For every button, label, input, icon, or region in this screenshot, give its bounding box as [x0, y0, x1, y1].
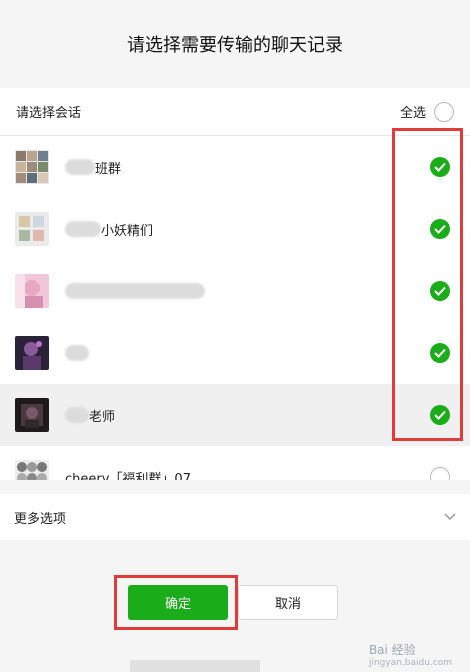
unchecked-icon[interactable]	[430, 467, 450, 480]
more-options-row[interactable]: 更多选项	[0, 494, 470, 540]
conversation-name: cheery「福利群」07	[65, 471, 191, 481]
checked-icon[interactable]	[430, 157, 450, 177]
confirm-button[interactable]: 确定	[128, 585, 228, 620]
redacted-text	[65, 345, 89, 361]
checked-icon[interactable]	[430, 343, 450, 363]
list-header: 请选择会话 全选	[0, 88, 470, 136]
select-all-control[interactable]: 全选	[399, 101, 454, 122]
group-avatar	[15, 212, 49, 246]
watermark: Bai 经验 jingyan.baidu.com	[369, 641, 452, 668]
conversation-name	[65, 345, 430, 361]
select-all-label: 全选	[399, 106, 426, 121]
chevron-down-icon	[444, 510, 456, 525]
dialog-title-text: 请选择需要传输的聊天记录	[127, 35, 343, 56]
conversation-name: 班群	[65, 158, 430, 177]
conversation-list[interactable]: 班群 小妖精们 老师 cheery「福利群」07	[0, 136, 470, 480]
redacted-text	[65, 159, 95, 175]
more-options-label: 更多选项	[14, 511, 67, 527]
dialog-title: 请选择需要传输的聊天记录	[0, 0, 470, 88]
group-avatar	[15, 460, 49, 480]
cancel-button[interactable]: 取消	[238, 585, 338, 620]
conversation-name: 老师	[65, 406, 430, 425]
transfer-dialog: 请选择需要传输的聊天记录 请选择会话 全选 班群 小妖精们 老师 cheery「…	[0, 0, 470, 672]
redacted-text	[65, 283, 205, 299]
group-avatar	[15, 150, 49, 184]
conversation-row[interactable]: cheery「福利群」07	[0, 446, 470, 480]
conversation-row[interactable]: 小妖精们	[0, 198, 470, 260]
conversation-row[interactable]: 班群	[0, 136, 470, 198]
redacted-text	[65, 221, 101, 237]
bottom-strip	[130, 660, 260, 672]
conversation-row[interactable]	[0, 322, 470, 384]
redacted-text	[65, 407, 89, 423]
select-conversation-label: 请选择会话	[16, 106, 82, 121]
avatar	[15, 398, 49, 432]
avatar	[15, 336, 49, 370]
conversation-row[interactable]	[0, 260, 470, 322]
checked-icon[interactable]	[430, 281, 450, 301]
select-all-checkbox[interactable]	[434, 101, 454, 122]
checked-icon[interactable]	[430, 219, 450, 239]
checked-icon[interactable]	[430, 405, 450, 425]
watermark-brand: Bai 经验	[368, 643, 416, 657]
conversation-row[interactable]: 老师	[0, 384, 470, 446]
conversation-name: 小妖精们	[65, 220, 430, 239]
avatar	[15, 274, 49, 308]
conversation-name	[65, 283, 430, 299]
watermark-sub: jingyan.baidu.com	[368, 658, 452, 668]
